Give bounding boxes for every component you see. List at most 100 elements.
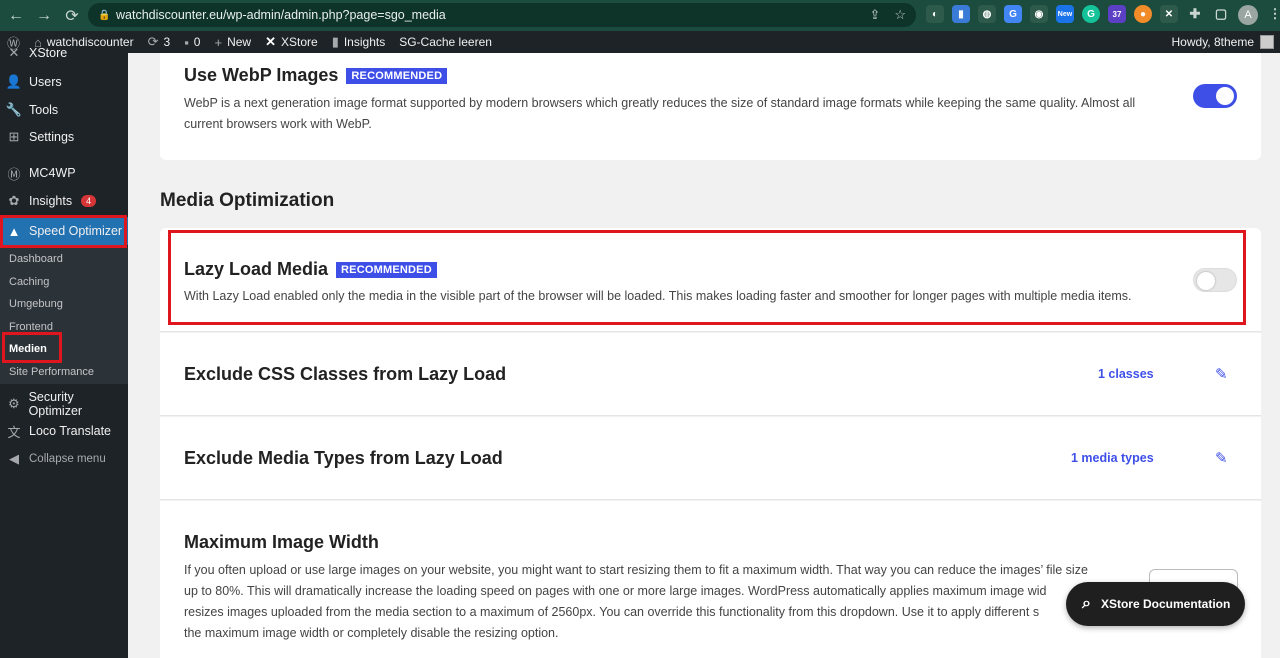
account-menu[interactable]: Howdy, 8theme bbox=[1172, 31, 1274, 53]
sidebar-item-label: XStore bbox=[29, 46, 68, 60]
address-bar[interactable]: 🔒 watchdiscounter.eu/wp-admin/admin.php?… bbox=[88, 3, 916, 27]
insights-label: Insights bbox=[343, 35, 386, 49]
purge-cache-label: SG-Cache leeren bbox=[399, 35, 492, 49]
sidebar-item-label: MC4WP bbox=[29, 166, 76, 180]
exclude-media-card: Exclude Media Types from Lazy Load 1 med… bbox=[160, 417, 1261, 500]
sidebar-item-label: Insights bbox=[29, 194, 73, 208]
profile-avatar[interactable]: A bbox=[1238, 5, 1258, 25]
sidebar-item-label: Collapse menu bbox=[29, 453, 106, 465]
new-content-link[interactable]: + New bbox=[207, 31, 258, 53]
updates-count: 3 bbox=[163, 35, 171, 49]
extension-badge-icon[interactable]: 37 bbox=[1108, 5, 1126, 23]
description-line: up to 80%. This will dramatically increa… bbox=[184, 584, 1047, 598]
collapse-icon: ◀ bbox=[9, 451, 19, 466]
insights-icon: ✿ bbox=[8, 193, 20, 208]
sidebar-item-tools[interactable]: 🔧 Tools bbox=[0, 97, 128, 123]
forward-icon[interactable]: → bbox=[32, 4, 56, 28]
sidebar-item-xstore[interactable]: ✕ XStore bbox=[0, 44, 128, 62]
sidebar-item-label: Settings bbox=[29, 130, 75, 144]
extensions-bar: ◐ ▮ ◍ G ◉ New G 37 ● ✕ ✚ ▢ A ⋮ bbox=[926, 5, 1280, 25]
globe-icon[interactable]: ◍ bbox=[978, 5, 996, 23]
comments-count: 0 bbox=[193, 35, 201, 49]
sidebar-item-insights[interactable]: ✿ Insights 4 bbox=[0, 188, 128, 214]
exclude-css-card: Exclude CSS Classes from Lazy Load 1 cla… bbox=[160, 333, 1261, 416]
bookmark-star-icon[interactable]: ☆ bbox=[894, 7, 906, 23]
xstore-label: XStore bbox=[281, 35, 318, 49]
sidebar-item-label: Loco Translate bbox=[29, 424, 111, 438]
browser-toolbar: ← → ⟳ 🔒 watchdiscounter.eu/wp-admin/admi… bbox=[0, 0, 1280, 31]
sidebar-item-label: Tools bbox=[29, 103, 59, 117]
mc4wp-icon: Ⓜ bbox=[7, 166, 21, 182]
exclude-media-value[interactable]: 1 media types bbox=[1071, 451, 1154, 465]
grammarly-icon[interactable]: G bbox=[1082, 5, 1100, 23]
extension-new-icon[interactable]: New bbox=[1056, 5, 1074, 23]
webp-title-text: Use WebP Images bbox=[184, 65, 339, 85]
camera-icon[interactable]: ◉ bbox=[1030, 5, 1048, 23]
reload-icon[interactable]: ⟳ bbox=[60, 4, 84, 28]
sidebar-item-users[interactable]: 👤 Users bbox=[0, 69, 128, 95]
insights-count-badge: 4 bbox=[81, 195, 97, 207]
comment-icon: ▪ bbox=[184, 34, 189, 50]
webp-description: WebP is a next generation image format s… bbox=[184, 96, 1136, 131]
extension-icon[interactable]: ✕ bbox=[1160, 5, 1178, 23]
webp-toggle[interactable] bbox=[1193, 84, 1237, 108]
xstore-link[interactable]: ✕ XStore bbox=[258, 31, 325, 53]
max-width-description: If you often upload or use large images … bbox=[184, 560, 1144, 644]
sidebar-item-label: Security Optimizer bbox=[28, 390, 83, 418]
submenu-item-umgebung[interactable]: Umgebung bbox=[9, 298, 63, 310]
recommended-badge: RECOMMENDED bbox=[346, 68, 448, 85]
extension-icon[interactable]: ◐ bbox=[926, 5, 944, 23]
submenu-item-caching[interactable]: Caching bbox=[9, 276, 49, 288]
bar-chart-icon: ▮ bbox=[331, 34, 339, 49]
collapse-menu-button[interactable]: ◀ Collapse menu bbox=[0, 446, 128, 472]
share-icon[interactable]: ⇪ bbox=[869, 7, 880, 23]
purge-cache-link[interactable]: SG-Cache leeren bbox=[392, 31, 499, 53]
new-label: New bbox=[227, 35, 252, 49]
xstore-icon: ✕ bbox=[8, 45, 20, 60]
insights-link[interactable]: ▮ Insights bbox=[325, 31, 393, 53]
exclude-media-title: Exclude Media Types from Lazy Load bbox=[184, 448, 503, 468]
puzzle-icon[interactable]: ✚ bbox=[1186, 5, 1204, 23]
settings-icon: ⊞ bbox=[8, 129, 20, 144]
pencil-icon[interactable]: ✎ bbox=[1215, 365, 1228, 383]
sidebar-item-mc4wp[interactable]: Ⓜ MC4WP bbox=[0, 160, 128, 186]
sidebar-item-loco-translate[interactable]: 文 Loco Translate bbox=[0, 418, 128, 444]
sidebar-item-security-optimizer[interactable]: ⚙ Security Optimizer bbox=[0, 390, 128, 418]
gear-icon: ⚙ bbox=[7, 396, 20, 411]
wp-admin-bar: Ⓦ ⌂ watchdiscounter ⟳ 3 ▪ 0 + New ✕ XStore ▮ I… bbox=[0, 31, 1280, 53]
search-icon: ⌕ bbox=[1082, 595, 1091, 612]
extension-icon[interactable]: ● bbox=[1134, 5, 1152, 23]
wrench-icon: 🔧 bbox=[5, 102, 23, 117]
comments-link[interactable]: ▪ 0 bbox=[177, 31, 207, 53]
submenu-item-dashboard[interactable]: Dashboard bbox=[9, 253, 63, 265]
section-title: Media Optimization bbox=[160, 190, 335, 211]
plus-icon: + bbox=[214, 34, 223, 50]
lock-icon: 🔒 bbox=[98, 10, 111, 21]
translate-icon[interactable]: G bbox=[1004, 5, 1022, 23]
back-icon[interactable]: ← bbox=[4, 4, 28, 28]
max-width-card: Maximum Image Width If you often upload … bbox=[160, 501, 1261, 658]
description-line: the maximum image width or completely di… bbox=[184, 626, 559, 640]
highlight-box-medien bbox=[2, 332, 62, 363]
pencil-icon[interactable]: ✎ bbox=[1215, 449, 1228, 467]
speed-optimizer-submenu: Dashboard Caching Umgebung Frontend Medi… bbox=[0, 246, 128, 384]
updates-link[interactable]: ⟳ 3 bbox=[141, 31, 178, 53]
description-line: resizes images uploaded from the media s… bbox=[184, 605, 1040, 619]
highlight-box-lazy-load bbox=[168, 230, 1246, 325]
kebab-menu-icon[interactable]: ⋮ bbox=[1266, 5, 1280, 23]
extension-icon[interactable]: ▮ bbox=[952, 5, 970, 23]
sidebar-item-settings[interactable]: ⊞ Settings bbox=[0, 124, 128, 150]
translate-icon: 文 bbox=[7, 424, 21, 440]
users-icon: 👤 bbox=[5, 74, 23, 89]
exclude-css-value[interactable]: 1 classes bbox=[1098, 367, 1154, 381]
sidebar-item-label: Users bbox=[29, 75, 62, 89]
webp-card: Use WebP Images RECOMMENDED WebP is a nex… bbox=[160, 53, 1261, 160]
toggle-knob bbox=[1216, 87, 1234, 105]
doc-button-label: XStore Documentation bbox=[1100, 597, 1231, 611]
sidepanel-icon[interactable]: ▢ bbox=[1212, 5, 1230, 23]
howdy-label: Howdy, 8theme bbox=[1171, 35, 1254, 49]
submenu-item-site-performance[interactable]: Site Performance bbox=[9, 366, 94, 378]
webp-title: Use WebP Images RECOMMENDED bbox=[184, 65, 448, 86]
xstore-documentation-button[interactable]: ⌕ XStore Documentation bbox=[1066, 582, 1245, 626]
url-text: watchdiscounter.eu/wp-admin/admin.php?pa… bbox=[116, 8, 446, 22]
